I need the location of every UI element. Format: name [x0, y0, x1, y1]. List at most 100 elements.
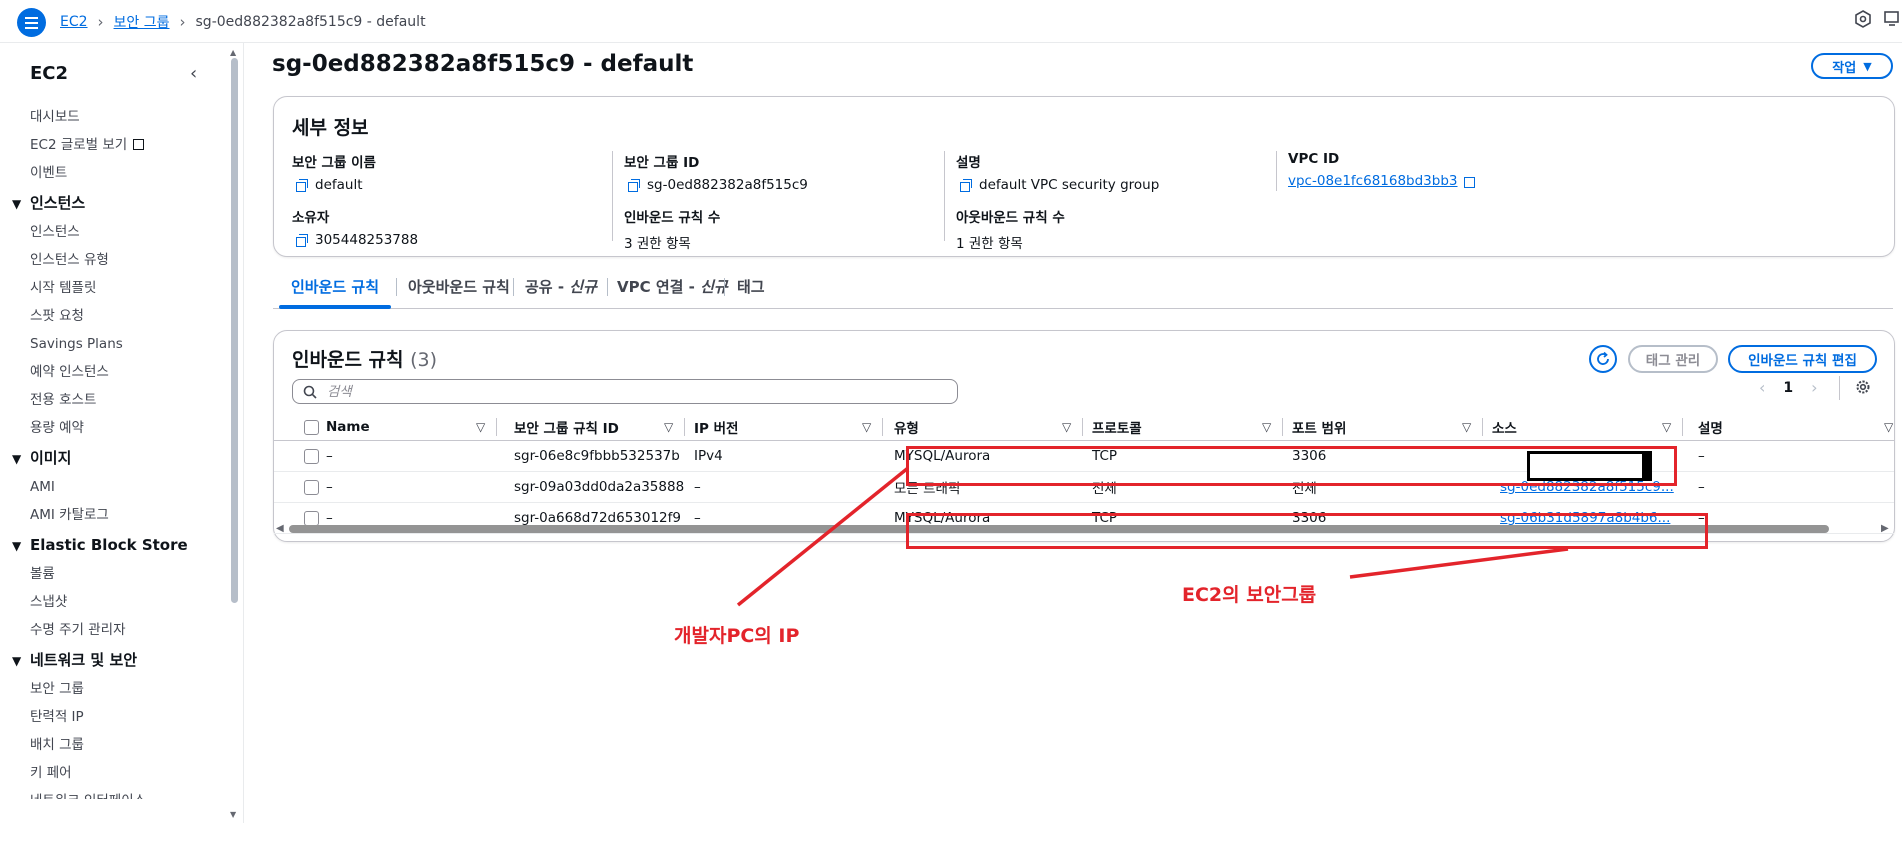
sidebar-item-capacity-reservations[interactable]: 용량 예약	[0, 414, 230, 442]
sidebar-item-snapshots[interactable]: 스냅샷	[0, 588, 230, 616]
column-resizer[interactable]	[1682, 418, 1683, 436]
search-field[interactable]	[292, 379, 958, 404]
sidebar-item-placement-groups[interactable]: 배치 그룹	[0, 731, 230, 759]
search-icon	[303, 385, 317, 399]
row-checkbox[interactable]	[304, 448, 319, 464]
sidebar-item-lifecycle-manager[interactable]: 수명 주기 관리자	[0, 616, 230, 644]
search-input[interactable]	[325, 382, 929, 401]
scroll-left-icon[interactable]: ◀	[276, 523, 284, 534]
caret-down-icon: ▼	[1863, 59, 1872, 73]
sidebar-item-ami-catalog[interactable]: AMI 카탈로그	[0, 501, 230, 529]
copy-icon[interactable]	[296, 179, 308, 192]
column-resizer[interactable]	[1282, 418, 1283, 436]
sidebar-item-events[interactable]: 이벤트	[0, 159, 230, 187]
sidebar-group-images[interactable]: ▼ 이미지	[0, 444, 230, 473]
sort-icon[interactable]: ▽	[664, 420, 673, 434]
tab-vpc-association[interactable]: VPC 연결 - 신규	[617, 273, 728, 306]
sidebar-item-spot-requests[interactable]: 스팟 요청	[0, 302, 230, 330]
field-label: 소유자	[292, 210, 330, 226]
sort-icon[interactable]: ▽	[1462, 420, 1471, 434]
caret-down-icon: ▼	[12, 197, 22, 211]
sidebar-item-instances[interactable]: 인스턴스	[0, 218, 230, 246]
column-label: 소스	[1492, 421, 1517, 437]
column-header-description[interactable]: 설명 ▽	[1684, 414, 1894, 441]
chevron-left-icon[interactable]: ‹	[1759, 378, 1765, 397]
field-label: 인바운드 규칙 수	[624, 210, 721, 226]
chevron-left-icon[interactable]: ‹	[190, 63, 197, 84]
cell-rule-id: sgr-09a03dd0da2a35888	[506, 471, 686, 503]
refresh-button[interactable]	[1589, 345, 1617, 373]
column-header-port-range[interactable]: 포트 범위 ▽	[1284, 414, 1484, 441]
column-resizer[interactable]	[684, 418, 685, 436]
details-heading: 세부 정보	[292, 117, 369, 139]
breadcrumb-security-groups[interactable]: 보안 그룹	[114, 12, 170, 32]
tab-inbound-rules[interactable]: 인바운드 규칙	[278, 273, 392, 309]
scroll-down-icon[interactable]: ▼	[230, 810, 236, 819]
sidebar-item-dashboard[interactable]: 대시보드	[0, 103, 230, 131]
gear-icon[interactable]	[1854, 378, 1872, 396]
select-all-checkbox[interactable]	[304, 419, 319, 435]
sidebar-item-global-view[interactable]: EC2 글로벌 보기	[0, 131, 230, 159]
hexagon-icon[interactable]	[1854, 10, 1872, 28]
tab-tags[interactable]: 태그	[737, 273, 765, 306]
column-label: IP 버전	[694, 421, 739, 437]
column-header-source[interactable]: 소스 ▽	[1484, 414, 1684, 441]
edit-inbound-rules-button[interactable]: 인바운드 규칙 편집	[1728, 345, 1877, 373]
pagination: ‹ 1 ›	[1759, 378, 1818, 397]
sidebar-item-reserved-instances[interactable]: 예약 인스턴스	[0, 358, 230, 386]
breadcrumb-ec2[interactable]: EC2	[60, 14, 88, 30]
menu-icon[interactable]	[17, 8, 46, 37]
sidebar-group-ebs[interactable]: ▼ Elastic Block Store	[0, 531, 230, 560]
copy-icon[interactable]	[960, 179, 972, 192]
column-resizer[interactable]	[1082, 418, 1083, 436]
sort-icon[interactable]: ▽	[1662, 420, 1671, 434]
sort-icon[interactable]: ▽	[1262, 420, 1271, 434]
sidebar-item-key-pairs[interactable]: 키 페어	[0, 759, 230, 787]
sort-icon[interactable]: ▽	[1062, 420, 1071, 434]
sidebar-group-label: 인스턴스	[30, 194, 86, 212]
sidebar-item-dedicated-hosts[interactable]: 전용 호스트	[0, 386, 230, 414]
tab-outbound-rules[interactable]: 아웃바운드 규칙	[408, 273, 510, 306]
column-header-type[interactable]: 유형 ▽	[884, 414, 1084, 441]
column-header-rule-id[interactable]: 보안 그룹 규칙 ID ▽	[506, 414, 686, 441]
sidebar-item-network-interfaces[interactable]: 네트워크 인터페이스	[0, 787, 230, 799]
column-resizer[interactable]	[496, 418, 497, 436]
sidebar-group-instances[interactable]: ▼ 인스턴스	[0, 189, 230, 218]
chevron-right-icon[interactable]: ›	[1811, 378, 1817, 397]
column-header-protocol[interactable]: 프로토콜 ▽	[1084, 414, 1284, 441]
field-value: sg-0ed882382a8f515c9	[647, 177, 808, 193]
sidebar-item-savings-plans[interactable]: Savings Plans	[0, 330, 230, 358]
scroll-right-icon[interactable]: ▶	[1881, 523, 1889, 534]
row-checkbox[interactable]	[304, 479, 319, 495]
sort-icon[interactable]: ▽	[476, 420, 485, 434]
actions-button[interactable]: 작업 ▼	[1811, 53, 1893, 79]
sidebar-scroll-thumb[interactable]	[231, 58, 238, 603]
tab-sharing[interactable]: 공유 - 신규	[525, 273, 597, 306]
scroll-up-icon[interactable]: ▲	[230, 48, 236, 57]
sidebar-item-elastic-ips[interactable]: 탄력적 IP	[0, 703, 230, 731]
sort-icon[interactable]: ▽	[1884, 420, 1893, 434]
copy-icon[interactable]	[628, 179, 640, 192]
manage-tags-button[interactable]: 태그 관리	[1628, 345, 1718, 373]
column-resizer[interactable]	[882, 418, 883, 436]
sidebar-item-launch-templates[interactable]: 시작 템플릿	[0, 274, 230, 302]
sidebar-item-security-groups[interactable]: 보안 그룹	[0, 675, 230, 703]
rules-heading: 인바운드 규칙 (3)	[292, 345, 437, 372]
copy-icon[interactable]	[296, 234, 308, 247]
chevron-right-icon: ›	[97, 13, 104, 31]
tab-label: 인바운드 규칙	[291, 278, 380, 296]
page-number[interactable]: 1	[1783, 380, 1793, 396]
sidebar-item-ami[interactable]: AMI	[0, 473, 230, 501]
sidebar-item-volumes[interactable]: 볼륨	[0, 560, 230, 588]
sidebar-item-instance-types[interactable]: 인스턴스 유형	[0, 246, 230, 274]
column-resizer[interactable]	[1482, 418, 1483, 436]
monitor-icon[interactable]	[1884, 10, 1902, 28]
sidebar-title: EC2	[30, 63, 69, 84]
vpc-id-link[interactable]: vpc-08e1fc68168bd3bb3	[1288, 173, 1458, 189]
column-header-name[interactable]: Name ▽	[326, 414, 506, 441]
column-header-ip-version[interactable]: IP 버전 ▽	[686, 414, 884, 441]
sort-icon[interactable]: ▽	[862, 420, 871, 434]
field-value: 305448253788	[315, 232, 419, 248]
sidebar-scrollbar[interactable]: ▲ ▼	[229, 48, 239, 819]
sidebar-group-network-security[interactable]: ▼ 네트워크 및 보안	[0, 646, 230, 675]
